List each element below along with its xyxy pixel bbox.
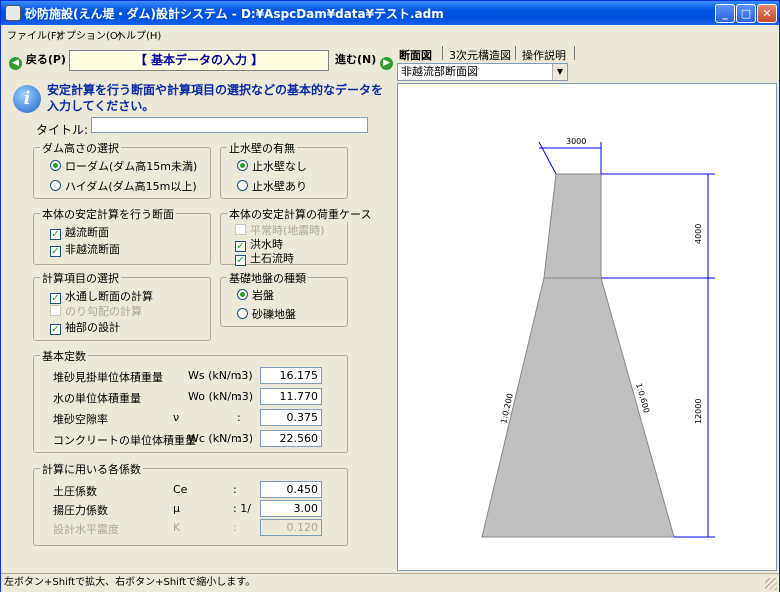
resize-grip-icon[interactable] — [765, 578, 777, 590]
dam-section-drawing: 3000 4000 12000 1:0.200 1:0.600 — [481, 137, 715, 538]
tab-divider — [515, 46, 516, 60]
next-button-label: 進む(N) — [335, 53, 377, 66]
minimize-button[interactable]: _ — [715, 4, 735, 23]
checkbox-empty — [50, 305, 61, 316]
radio-gravel-indicator — [237, 308, 248, 319]
radio-low-dam[interactable]: ローダム(ダム高15m未満) — [50, 158, 197, 174]
menu-help[interactable]: ヘルプ(H) — [116, 27, 161, 42]
check-icon: ✓ — [50, 246, 61, 257]
concrete-weight-input[interactable]: 22.560 — [260, 430, 322, 447]
next-arrow-icon: ▶ — [380, 57, 394, 70]
dam-height-group: ダム高さの選択 ローダム(ダム高15m未満) ハイダム(ダム高15m以上) — [33, 140, 211, 199]
close-button[interactable]: ✕ — [757, 4, 777, 23]
input-panel: ◀ 戻る(P) 【 基本データの入力 】 進む(N) ▶ i 安定計算を行う断面… — [1, 45, 394, 572]
radio-no-cutoff-wall[interactable]: 止水壁なし — [237, 158, 307, 174]
sediment-weight-input[interactable]: 16.175 — [260, 367, 322, 384]
stability-sections-legend: 本体の安定計算を行う断面 — [40, 206, 176, 222]
info-icon: i — [13, 85, 41, 113]
app-icon — [5, 5, 21, 21]
window-title: 砂防施設(えん堤・ダム)設計システム - D:¥AspcDam¥data¥テスト… — [25, 7, 444, 21]
tab-instructions[interactable]: 操作説明 — [522, 47, 566, 63]
status-text: 左ボタン+Shiftで拡大、右ボタン+Shiftで縮小します。 — [4, 577, 256, 588]
radio-low-dam-indicator — [50, 160, 61, 171]
next-button[interactable]: 進む(N) ▶ — [335, 50, 394, 72]
stability-sections-group: 本体の安定計算を行う断面 ✓ 越流断面 ✓ 非越流断面 — [33, 206, 211, 265]
dam-body — [481, 173, 675, 538]
checkbox-empty — [235, 224, 246, 235]
checkbox-waterway-calc[interactable]: ✓ 水通し断面の計算 — [50, 288, 153, 304]
foundation-legend: 基礎地盤の種類 — [227, 270, 308, 286]
back-arrow-icon: ◀ — [9, 57, 22, 70]
menu-bar: ファイル(F) オプション(O) ヘルプ(H) — [1, 25, 779, 43]
view-tabs: 断面図 3次元構造図 操作説明 — [394, 45, 779, 63]
menu-options[interactable]: オプション(O) — [56, 27, 122, 42]
crest-dim-ext-left — [538, 141, 557, 175]
radio-with-cutoff-indicator — [237, 180, 248, 191]
checkbox-overflow-section[interactable]: ✓ 越流断面 — [50, 224, 109, 240]
checkbox-non-overflow-section[interactable]: ✓ 非越流断面 — [50, 241, 120, 257]
checkbox-debris-flow-case[interactable]: ✓ 土石流時 — [235, 250, 294, 266]
foundation-group: 基礎地盤の種類 岩盤 砂礫地盤 — [220, 270, 348, 327]
tab-section-view[interactable]: 断面図 — [399, 47, 432, 63]
crest-width-label: 3000 — [566, 137, 586, 146]
page-heading: 【 基本データの入力 】 — [69, 50, 329, 71]
title-label: タイトル: — [36, 123, 89, 137]
uplift-coef-input[interactable]: 3.00 — [260, 500, 322, 517]
section-drawing-canvas[interactable]: 3000 4000 12000 1:0.200 1:0.600 — [397, 83, 777, 571]
radio-no-cutoff-indicator — [237, 160, 248, 171]
section-view-select-value: 非越流部断面図 — [401, 65, 478, 78]
calc-items-group: 計算項目の選択 ✓ 水通し断面の計算 のり勾配の計算 ✓ 袖部の設計 — [33, 270, 211, 341]
title-bar[interactable]: 砂防施設(えん堤・ダム)設計システム - D:¥AspcDam¥data¥テスト… — [1, 1, 779, 25]
maximize-button[interactable]: □ — [736, 4, 756, 23]
seismic-coef-input[interactable]: 0.120 — [260, 519, 322, 536]
drawing-panel: 断面図 3次元構造図 操作説明 非越流部断面図 ▼ 3000 4000 1200… — [394, 45, 779, 572]
radio-high-dam-indicator — [50, 180, 61, 191]
checkbox-slope-calc[interactable]: のり勾配の計算 — [50, 303, 142, 319]
cutoff-wall-legend: 止水壁の有無 — [227, 140, 297, 156]
status-bar: 左ボタン+Shiftで拡大、右ボタン+Shiftで縮小します。 — [1, 573, 779, 592]
calc-items-legend: 計算項目の選択 — [40, 270, 121, 286]
check-icon: ✓ — [50, 229, 61, 240]
earth-pressure-coef-input[interactable]: 0.450 — [260, 481, 322, 498]
radio-high-dam[interactable]: ハイダム(ダム高15m以上) — [50, 178, 197, 194]
back-button-label: 戻る(P) — [25, 53, 66, 66]
tab-divider — [574, 46, 575, 60]
checkbox-wing-design[interactable]: ✓ 袖部の設計 — [50, 319, 120, 335]
porosity-input[interactable]: 0.375 — [260, 409, 322, 426]
cutoff-wall-group: 止水壁の有無 止水壁なし 止水壁あり — [220, 140, 348, 199]
upper-height-label: 4000 — [694, 224, 703, 244]
tab-divider — [442, 46, 443, 60]
radio-bedrock-indicator — [237, 289, 248, 300]
dam-upper-block — [543, 173, 602, 279]
lower-height-label: 12000 — [694, 399, 703, 424]
check-icon: ✓ — [235, 255, 246, 266]
check-icon: ✓ — [50, 324, 61, 335]
chevron-down-icon[interactable]: ▼ — [552, 64, 567, 80]
tab-3d-view[interactable]: 3次元構造図 — [449, 47, 511, 63]
dam-height-legend: ダム高さの選択 — [40, 140, 121, 156]
radio-bedrock[interactable]: 岩盤 — [237, 287, 274, 303]
title-input[interactable] — [91, 117, 368, 133]
basic-constants-legend: 基本定数 — [40, 348, 88, 364]
info-message: 安定計算を行う断面や計算項目の選択などの基本的なデータを入力してください。 — [47, 83, 384, 113]
menu-file[interactable]: ファイル(F) — [7, 27, 61, 42]
section-view-select[interactable]: 非越流部断面図 ▼ — [397, 63, 568, 81]
coefficients-legend: 計算に用いる各係数 — [40, 461, 143, 477]
load-cases-legend: 本体の安定計算の荷重ケース — [227, 206, 374, 222]
water-weight-input[interactable]: 11.770 — [260, 388, 322, 405]
app-window: 砂防施設(えん堤・ダム)設計システム - D:¥AspcDam¥data¥テスト… — [0, 0, 780, 592]
load-cases-group: 本体の安定計算の荷重ケース 平常時(地震時) ✓ 洪水時 ✓ 土石流時 — [220, 206, 374, 266]
radio-gravel[interactable]: 砂礫地盤 — [237, 306, 296, 322]
radio-with-cutoff-wall[interactable]: 止水壁あり — [237, 178, 307, 194]
back-button[interactable]: ◀ 戻る(P) — [9, 50, 66, 72]
